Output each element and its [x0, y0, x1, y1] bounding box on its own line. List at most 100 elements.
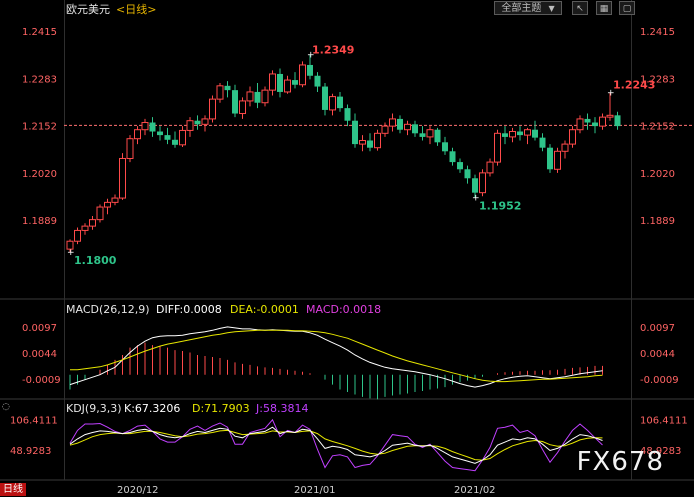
- candle-body: [209, 98, 216, 120]
- candle-body: [299, 64, 306, 86]
- candle-body: [239, 100, 246, 115]
- candle-body: [74, 229, 81, 242]
- date-label: 2020/12: [117, 485, 159, 496]
- candle-body: [344, 108, 351, 121]
- candle-body: [292, 80, 298, 85]
- symbol-title: 欧元美元: [66, 3, 110, 16]
- candle-body: [314, 75, 321, 87]
- kdj-k-label: K:67.3206: [124, 402, 180, 415]
- candle-body: [539, 137, 546, 148]
- candle-body: [232, 90, 238, 114]
- date-label: 2021/01: [294, 485, 336, 496]
- macd-header: MACD(26,12,9): [66, 303, 150, 316]
- theme-dropdown[interactable]: 全部主题 ▼: [494, 1, 562, 15]
- candle-body: [509, 131, 516, 138]
- candle-body: [164, 135, 171, 140]
- candle-body: [606, 114, 614, 118]
- candle-body: [216, 85, 224, 100]
- candle-body: [269, 73, 276, 91]
- price-tick-right: 1.1889: [640, 216, 675, 227]
- candle-body: [111, 197, 119, 203]
- candle-body: [464, 169, 471, 179]
- watermark-logo: FX678: [576, 447, 664, 477]
- candle-body: [284, 79, 291, 93]
- cursor-button[interactable]: ↖: [572, 1, 588, 15]
- candle-body: [157, 131, 163, 136]
- macd-tick-left: 0.0044: [22, 349, 57, 360]
- macd-dea-label: DEA:-0.0001: [230, 303, 299, 316]
- macd-tick-right: 0.0044: [640, 349, 675, 360]
- kdj-tick-right: 106.4111: [640, 416, 688, 427]
- candle-body: [494, 132, 501, 163]
- candle-body: [194, 120, 201, 125]
- candle-body: [457, 162, 463, 170]
- candle-body: [119, 157, 126, 199]
- kdj-tick-left: 106.4111: [10, 416, 58, 427]
- candle-body: [532, 129, 538, 138]
- triangle-down-icon: ▼: [548, 4, 555, 13]
- candle-body: [592, 122, 598, 127]
- box-icon: ▢: [622, 4, 632, 14]
- candle-body: [449, 151, 456, 163]
- macd-tick-right: 0.0097: [640, 323, 675, 334]
- candle-body: [434, 129, 441, 143]
- candle-body: [502, 133, 508, 137]
- candle-body: [81, 225, 89, 231]
- candle-body: [352, 120, 358, 145]
- candle-body: [126, 138, 134, 159]
- macd-macd-label: MACD:0.0018: [306, 303, 381, 316]
- chart-canvas[interactable]: 1.2415 1.24151.2283 1.22831.2152 1.21521.20…: [0, 0, 694, 497]
- candle-body: [442, 142, 448, 152]
- candle-body: [337, 96, 343, 109]
- candle-body: [307, 64, 313, 76]
- annotation-high: 1.2349: [312, 44, 354, 57]
- candle-body: [246, 91, 254, 102]
- price-tick-left: 1.2152: [22, 121, 57, 132]
- candle-body: [524, 129, 531, 136]
- candle-body: [412, 124, 418, 134]
- candle-body: [149, 122, 156, 132]
- candle-body: [584, 118, 591, 123]
- candle-body: [561, 143, 569, 152]
- panel-marker-icon: ◌: [2, 402, 10, 412]
- candle-body: [374, 132, 381, 149]
- candle-body: [322, 86, 328, 110]
- candle-body: [329, 96, 336, 111]
- candle-body: [186, 120, 194, 131]
- price-tick-right: 1.2415: [640, 27, 675, 38]
- cursor-icon: ↖: [576, 4, 584, 14]
- candle-body: [89, 219, 96, 227]
- candle-body: [261, 89, 269, 104]
- candle-body: [179, 129, 186, 146]
- candle-body: [389, 118, 396, 127]
- candle-body: [517, 131, 523, 136]
- macd-tick-left: 0.0097: [22, 323, 57, 334]
- period-title: <日线>: [116, 2, 156, 16]
- candle-body: [397, 118, 403, 130]
- price-tick-right: 1.2152: [640, 121, 675, 132]
- candle-body: [277, 73, 283, 92]
- candle-body: [554, 150, 561, 170]
- box-button[interactable]: ▢: [619, 1, 635, 15]
- candle-body: [404, 123, 411, 131]
- candle-body: [104, 201, 111, 208]
- date-label: 2021/02: [454, 485, 496, 496]
- candle-body: [419, 133, 426, 137]
- candle-body: [201, 118, 209, 125]
- candle-body: [426, 129, 434, 138]
- candle-body: [576, 118, 584, 131]
- macd-diff-label: DIFF:0.0008: [156, 303, 222, 316]
- chart-frame: [0, 0, 694, 497]
- candle-body: [134, 129, 141, 140]
- kdj-header: KDJ(9,3,3): [66, 402, 122, 415]
- calendar-button[interactable]: ▦: [596, 1, 612, 15]
- price-tick-left: 1.2283: [22, 74, 57, 85]
- candle-body: [224, 85, 231, 91]
- price-tick-left: 1.2415: [22, 27, 57, 38]
- price-tick-right: 1.2020: [640, 169, 675, 180]
- candle-body: [381, 125, 389, 134]
- candle-body: [479, 172, 486, 194]
- candle-body: [96, 206, 104, 221]
- annotation-recent-high: 1.2243: [613, 79, 655, 92]
- period-tab[interactable]: 日线: [0, 483, 26, 496]
